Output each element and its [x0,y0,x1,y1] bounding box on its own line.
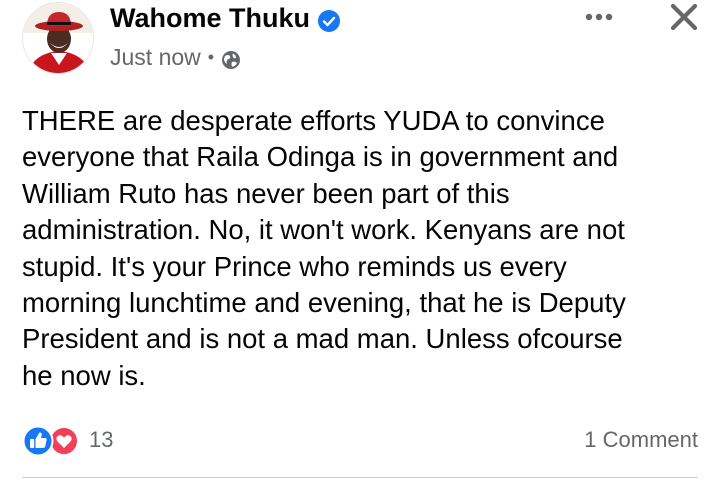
more-options-button[interactable] [578,0,620,34]
verified-badge-icon [318,7,340,32]
meta-separator: • [207,47,215,67]
divider [22,477,698,478]
author-name-row[interactable]: Wahome Thuku [110,2,340,34]
author-avatar[interactable] [22,2,94,74]
reaction-icons[interactable] [22,425,80,457]
post-timestamp[interactable]: Just now [110,42,201,72]
post-meta: Just now • [110,42,241,72]
more-dots-icon [585,13,613,21]
globe-icon[interactable] [221,47,241,69]
comment-count-link[interactable]: 1 Comment [584,426,698,454]
avatar-photo [23,3,93,73]
post-text: THERE are desperate efforts YUDA to conv… [22,105,626,391]
close-icon [670,3,698,31]
like-icon [22,425,54,457]
love-icon [49,426,79,456]
author-name[interactable]: Wahome Thuku [110,2,310,34]
reaction-count[interactable]: 13 [89,426,113,454]
close-button[interactable] [664,0,704,38]
